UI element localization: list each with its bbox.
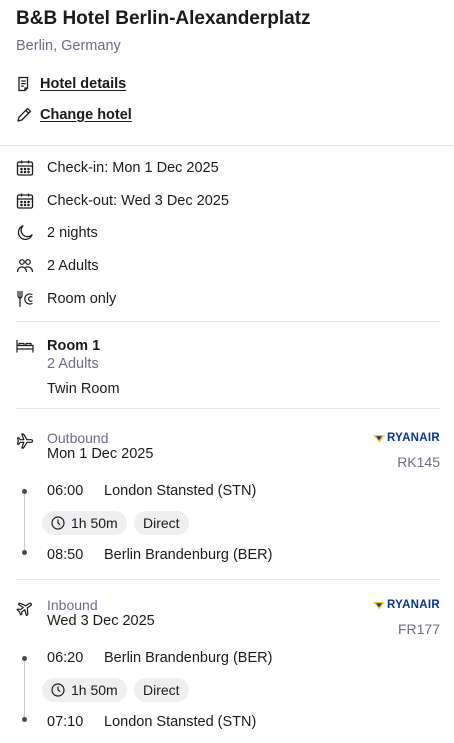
checkin-row: Check-in: Mon 1 Dec 2025 <box>16 157 219 179</box>
moon-icon <box>16 224 34 242</box>
hotel-details-link[interactable]: Hotel details <box>16 74 126 94</box>
airline-logo: RYANAIR <box>372 432 440 444</box>
checkout-row: Check-out: Wed 3 Dec 2025 <box>16 190 229 212</box>
room-title: Room 1 <box>47 338 101 354</box>
depart-time: 06:00 <box>47 483 84 499</box>
section-divider <box>16 408 440 409</box>
hotel-name: B&B Hotel Berlin-Alexanderplatz <box>16 8 311 29</box>
calendar-icon <box>16 192 34 210</box>
arrive-time: 08:50 <box>47 547 84 563</box>
timeline-dot <box>22 717 27 722</box>
depart-airport: London Stansted (STN) <box>104 483 257 499</box>
outbound-label: Outbound <box>47 430 109 446</box>
checkin-text: Check-in: Mon 1 Dec 2025 <box>47 160 219 176</box>
calendar-icon <box>16 159 34 177</box>
flight-number: FR177 <box>397 621 440 637</box>
departure-plane-icon <box>16 432 34 450</box>
airline-logo: RYANAIR <box>372 599 440 611</box>
outbound-date: Mon 1 Dec 2025 <box>47 446 154 462</box>
stops-text: Direct <box>143 515 180 531</box>
checkout-text: Check-out: Wed 3 Dec 2025 <box>47 193 229 209</box>
people-icon <box>16 257 34 275</box>
pencil-icon <box>16 107 32 123</box>
board-text: Room only <box>47 291 117 307</box>
arrival-plane-icon <box>16 599 34 617</box>
hotel-location: Berlin, Germany <box>16 38 121 54</box>
bed-icon <box>16 338 34 354</box>
room-type: Twin Room <box>47 381 120 397</box>
inbound-date: Wed 3 Dec 2025 <box>47 613 155 629</box>
ryanair-harp-icon <box>372 434 385 442</box>
clock-icon <box>51 683 65 697</box>
board-row: Room only <box>16 288 116 310</box>
outbound-flight: Outbound Mon 1 Dec 2025 RYANAIR RK145 06… <box>16 430 440 570</box>
change-hotel-label[interactable]: Change hotel <box>40 107 132 123</box>
arrive-airport: Berlin Brandenburg (BER) <box>104 547 273 563</box>
guests-row: 2 Adults <box>16 255 99 277</box>
timeline-line <box>24 491 25 553</box>
ryanair-harp-icon <box>372 601 385 609</box>
timeline-dot <box>22 489 27 494</box>
inbound-label: Inbound <box>47 597 98 613</box>
arrive-airport: London Stansted (STN) <box>104 714 257 730</box>
stops-text: Direct <box>143 682 180 698</box>
cutlery-icon <box>16 290 34 308</box>
arrive-time: 07:10 <box>47 714 84 730</box>
flight-number: RK145 <box>397 454 440 470</box>
section-divider <box>0 145 454 146</box>
airline-name: RYANAIR <box>386 599 440 611</box>
guests-text: 2 Adults <box>47 258 99 274</box>
room-adults: 2 Adults <box>47 356 99 372</box>
timeline-dot <box>22 656 27 661</box>
change-hotel-link[interactable]: Change hotel <box>16 105 132 125</box>
duration-chip: 1h 50m <box>42 511 127 535</box>
duration-chip: 1h 50m <box>42 678 127 702</box>
timeline-dot <box>22 550 27 555</box>
depart-airport: Berlin Brandenburg (BER) <box>104 650 273 666</box>
nights-text: 2 nights <box>47 225 98 241</box>
stops-chip: Direct <box>134 678 189 702</box>
nights-row: 2 nights <box>16 222 98 244</box>
duration-text: 1h 50m <box>71 515 118 531</box>
clock-icon <box>51 516 65 530</box>
section-divider <box>16 321 440 322</box>
airline-name: RYANAIR <box>386 432 440 444</box>
depart-time: 06:20 <box>47 650 84 666</box>
duration-text: 1h 50m <box>71 682 118 698</box>
timeline-line <box>24 658 25 720</box>
document-icon <box>16 76 32 92</box>
stops-chip: Direct <box>134 511 189 535</box>
inbound-flight: Inbound Wed 3 Dec 2025 RYANAIR FR177 06:… <box>16 597 440 743</box>
section-divider <box>16 579 440 580</box>
hotel-details-label[interactable]: Hotel details <box>40 76 126 92</box>
